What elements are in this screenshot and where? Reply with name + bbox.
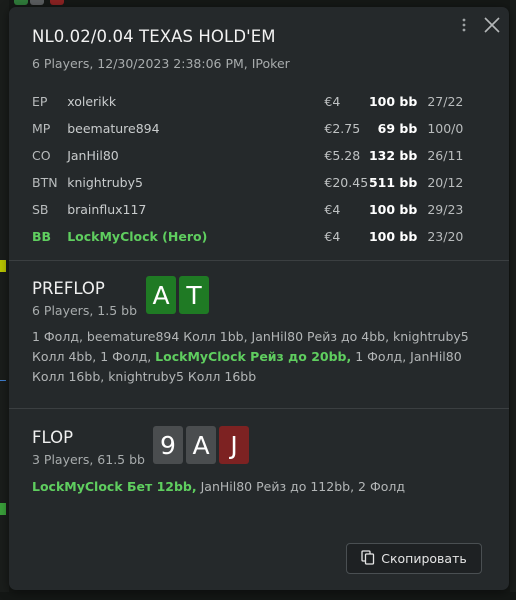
player-position: CO [32,148,51,163]
background-marker-yellow [0,260,6,272]
player-name: LockMyClock (Hero) [67,229,208,244]
hand-header: NL0.02/0.04 TEXAS HOLD'EM 6 Players, 12/… [9,7,509,244]
background-marker-green [0,503,6,515]
action-text: JanHil80 Рейз до 112bb, 2 Фолд [200,479,405,494]
player-stats: 26/11 [427,148,464,163]
more-vertical-icon[interactable] [455,16,473,34]
player-stack: €4 [324,229,341,244]
player-position: MP [32,121,51,136]
playing-card: 9 [153,426,183,464]
hero-action: LockMyClock Бет 12bb, [32,479,197,494]
player-row-ep: EP xolerikk €4 100 bb 27/22 [32,88,486,115]
player-stats: 100/0 [427,121,464,136]
playing-card: J [219,426,249,464]
preflop-section: PREFLOP 6 Players, 1.5 bb [32,279,487,318]
copy-button[interactable]: Скопировать [346,543,482,574]
background-tab-gray [30,0,44,5]
player-row-co: CO JanHil80 €5.28 132 bb 26/11 [32,142,486,169]
player-name: beemature894 [67,121,160,136]
background-tab-red [50,0,64,5]
player-stack: €4 [324,94,341,109]
hand-subtitle: 6 Players, 12/30/2023 2:38:06 PM, IPoker [32,56,290,71]
preflop-actions: 1 Фолд, beemature894 Колл 1bb, JanHil80 … [32,327,487,387]
player-stats: 29/23 [427,202,464,217]
players-table: EP xolerikk €4 100 bb 27/22 MP beemature… [32,88,486,250]
background-app-right [510,0,516,600]
playing-card: T [179,276,209,314]
player-row-sb: SB brainflux117 €4 100 bb 29/23 [32,196,486,223]
background-tab-green [14,0,28,5]
player-stack-bb: 132 bb [368,148,418,163]
player-stats: 20/12 [427,175,464,190]
player-stack-bb: 100 bb [368,229,418,244]
player-stack: €5.28 [324,148,361,163]
street-info: 3 Players, 61.5 bb [32,452,145,467]
player-position: BB [32,229,52,244]
player-position: SB [32,202,49,217]
player-stack-bb: 100 bb [368,94,418,109]
player-stack-bb: 511 bb [368,175,418,190]
hand-title: NL0.02/0.04 TEXAS HOLD'EM [32,27,276,46]
player-stats: 27/22 [427,94,464,109]
player-stack: €4 [324,202,341,217]
player-row-bb-hero: BB LockMyClock (Hero) €4 100 bb 23/20 [32,223,486,250]
copy-icon [361,549,375,568]
player-position: EP [32,94,48,109]
street-name: FLOP [32,428,74,447]
player-stats: 23/20 [427,229,464,244]
player-stack-bb: 100 bb [368,202,418,217]
background-app-bottom [0,592,516,600]
street-name: PREFLOP [32,279,105,298]
hole-cards: A T [146,276,209,314]
playing-card: A [186,426,216,464]
player-row-mp: MP beemature894 €2.75 69 bb 100/0 [32,115,486,142]
section-divider [9,260,509,261]
player-stack-bb: 69 bb [377,121,418,136]
flop-actions: LockMyClock Бет 12bb, JanHil80 Рейз до 1… [32,477,487,497]
close-icon[interactable] [483,16,501,34]
player-name: JanHil80 [67,148,119,163]
player-name: xolerikk [67,94,117,109]
player-stack: €20.45 [324,175,369,190]
player-name: knightruby5 [67,175,143,190]
hand-history-popup: NL0.02/0.04 TEXAS HOLD'EM 6 Players, 12/… [9,7,509,590]
player-name: brainflux117 [67,202,147,217]
playing-card: A [146,276,176,314]
player-row-btn: BTN knightruby5 €20.45 511 bb 20/12 [32,169,486,196]
player-stack: €2.75 [324,121,361,136]
street-info: 6 Players, 1.5 bb [32,303,138,318]
copy-button-label: Скопировать [381,551,467,566]
flop-section: FLOP 3 Players, 61.5 bb [32,428,487,467]
background-marker-blue [0,380,6,382]
section-divider [9,408,509,409]
hero-action: LockMyClock Рейз до 20bb, [155,349,352,364]
player-position: BTN [32,175,58,190]
board-cards: 9 A J [153,426,249,464]
